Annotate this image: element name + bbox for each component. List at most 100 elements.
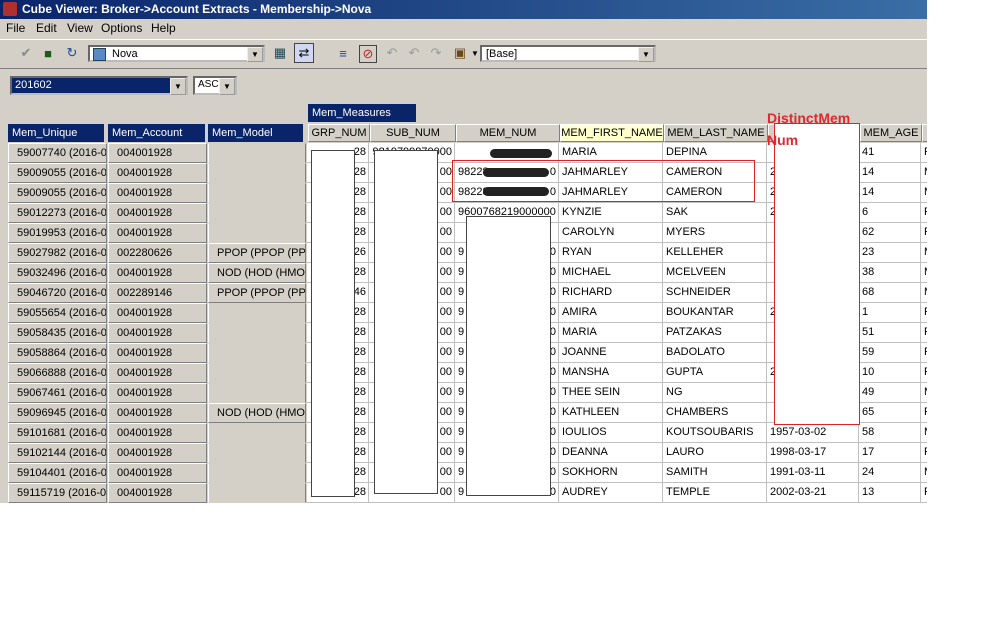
check-icon[interactable]: ✔: [18, 45, 34, 61]
cell-age[interactable]: 24: [859, 463, 921, 483]
cell-age[interactable]: 14: [859, 183, 921, 203]
row-header-account[interactable]: 004001928: [108, 263, 207, 283]
row-header-model[interactable]: [208, 463, 306, 483]
col-header-mem-age[interactable]: MEM_AGE: [860, 124, 922, 142]
row-header-unique[interactable]: 59012273 (2016-0: [8, 203, 107, 223]
cell-age[interactable]: 59: [859, 343, 921, 363]
row-header-model[interactable]: NOD (HOD (HMOB: [208, 403, 306, 423]
row-header-unique[interactable]: 59067461 (2016-0: [8, 383, 107, 403]
row-header-account[interactable]: 004001928: [108, 163, 207, 183]
row-header-model[interactable]: [208, 223, 306, 243]
cell-g[interactable]: F: [921, 363, 927, 383]
row-header-account[interactable]: 004001928: [108, 463, 207, 483]
cell-first[interactable]: RYAN: [559, 243, 663, 263]
row-header-unique[interactable]: 59055654 (2016-0: [8, 303, 107, 323]
cell-g[interactable]: F: [921, 443, 927, 463]
menu-file[interactable]: File: [6, 21, 25, 35]
row-header-unique[interactable]: 59032496 (2016-0: [8, 263, 107, 283]
cell-first[interactable]: KATHLEEN: [559, 403, 663, 423]
cell-last[interactable]: PATZAKAS: [663, 323, 767, 343]
row-header-model[interactable]: [208, 203, 306, 223]
row-header-unique[interactable]: 59009055 (2016-0: [8, 183, 107, 203]
row-header-model[interactable]: [208, 483, 306, 503]
row-header-model[interactable]: [208, 303, 306, 323]
cell-last[interactable]: CHAMBERS: [663, 403, 767, 423]
cell-age[interactable]: 38: [859, 263, 921, 283]
row-header-account[interactable]: 004001928: [108, 223, 207, 243]
cell-g[interactable]: F: [921, 403, 927, 423]
cell-first[interactable]: THEE SEIN: [559, 383, 663, 403]
row-header-account[interactable]: 004001928: [108, 183, 207, 203]
row-header-model[interactable]: [208, 183, 306, 203]
row-header-model[interactable]: [208, 363, 306, 383]
menu-options[interactable]: Options: [101, 21, 142, 35]
row-header-account[interactable]: 004001928: [108, 383, 207, 403]
row-header-account[interactable]: 004001928: [108, 303, 207, 323]
title-bar[interactable]: Cube Viewer: Broker->Account Extracts - …: [0, 0, 927, 19]
cell-age[interactable]: 14: [859, 163, 921, 183]
row-header-account[interactable]: 004001928: [108, 343, 207, 363]
suppress-icon[interactable]: ⇄: [294, 43, 314, 63]
chevron-down-icon[interactable]: ▼: [638, 47, 654, 62]
cell-age[interactable]: 23: [859, 243, 921, 263]
cell-age[interactable]: 17: [859, 443, 921, 463]
cell-dob[interactable]: 2002-03-21: [767, 483, 859, 503]
cell-g[interactable]: M: [921, 163, 927, 183]
menu-edit[interactable]: Edit: [36, 21, 57, 35]
cell-last[interactable]: BADOLATO: [663, 343, 767, 363]
row-header-account[interactable]: 004001928: [108, 323, 207, 343]
cell-g[interactable]: M: [921, 283, 927, 303]
row-header-unique[interactable]: 59058864 (2016-0: [8, 343, 107, 363]
sort-filter[interactable]: ASC ▼: [193, 76, 237, 95]
row-header-unique[interactable]: 59104401 (2016-0: [8, 463, 107, 483]
cell-first[interactable]: AMIRA: [559, 303, 663, 323]
chart-icon[interactable]: ▣: [452, 45, 468, 61]
col-header-gender[interactable]: [922, 124, 927, 142]
cell-first[interactable]: MICHAEL: [559, 263, 663, 283]
cell-last[interactable]: KOUTSOUBARIS: [663, 423, 767, 443]
cell-last[interactable]: SAK: [663, 203, 767, 223]
cell-last[interactable]: MYERS: [663, 223, 767, 243]
row-header-account[interactable]: 002280626: [108, 243, 207, 263]
cell-g[interactable]: F: [921, 483, 927, 503]
menu-view[interactable]: View: [67, 21, 93, 35]
cube-combo[interactable]: Nova ▼: [88, 45, 265, 62]
row-header-unique[interactable]: 59101681 (2016-0: [8, 423, 107, 443]
row-header-model[interactable]: [208, 383, 306, 403]
row-header-unique[interactable]: 59058435 (2016-0: [8, 323, 107, 343]
cell-first[interactable]: JOANNE: [559, 343, 663, 363]
cell-last[interactable]: BOUKANTAR: [663, 303, 767, 323]
row-header-model[interactable]: PPOP (PPOP (PPO: [208, 283, 306, 303]
export-icon[interactable]: ≡: [335, 45, 351, 61]
undo-icon[interactable]: ↶: [384, 45, 400, 61]
cell-last[interactable]: NG: [663, 383, 767, 403]
chevron-down-icon[interactable]: ▼: [247, 47, 263, 62]
cell-first[interactable]: RICHARD: [559, 283, 663, 303]
cell-age[interactable]: 13: [859, 483, 921, 503]
measures-header[interactable]: Mem_Measures: [308, 104, 416, 122]
cell-last[interactable]: GUPTA: [663, 363, 767, 383]
cell-last[interactable]: MCELVEEN: [663, 263, 767, 283]
row-header-model[interactable]: [208, 423, 306, 443]
row-header-account[interactable]: Mem_Account: [108, 124, 207, 142]
cell-g[interactable]: M: [921, 263, 927, 283]
row-header-model[interactable]: Mem_Model: [208, 124, 305, 142]
cell-last[interactable]: LAURO: [663, 443, 767, 463]
row-header-model[interactable]: [208, 143, 306, 163]
cell-g[interactable]: M: [921, 183, 927, 203]
col-header-mem-last-name[interactable]: MEM_LAST_NAME: [664, 124, 768, 142]
row-header-account[interactable]: 004001928: [108, 443, 207, 463]
row-header-unique[interactable]: 59009055 (2016-0: [8, 163, 107, 183]
save-icon[interactable]: ■: [40, 45, 56, 61]
refresh-icon[interactable]: ↻: [64, 45, 80, 61]
cell-dob[interactable]: 1998-03-17: [767, 443, 859, 463]
row-header-unique[interactable]: 59046720 (2016-0: [8, 283, 107, 303]
row-header-unique[interactable]: 59096945 (2016-0: [8, 403, 107, 423]
cell-g[interactable]: F: [921, 143, 927, 163]
row-header-model[interactable]: [208, 343, 306, 363]
cell-first[interactable]: IOULIOS: [559, 423, 663, 443]
stop-icon[interactable]: ⊘: [359, 45, 377, 63]
period-filter[interactable]: 201602 ▼: [10, 76, 188, 95]
row-header-unique[interactable]: 59102144 (2016-0: [8, 443, 107, 463]
row-header-unique[interactable]: Mem_Unique: [8, 124, 106, 142]
